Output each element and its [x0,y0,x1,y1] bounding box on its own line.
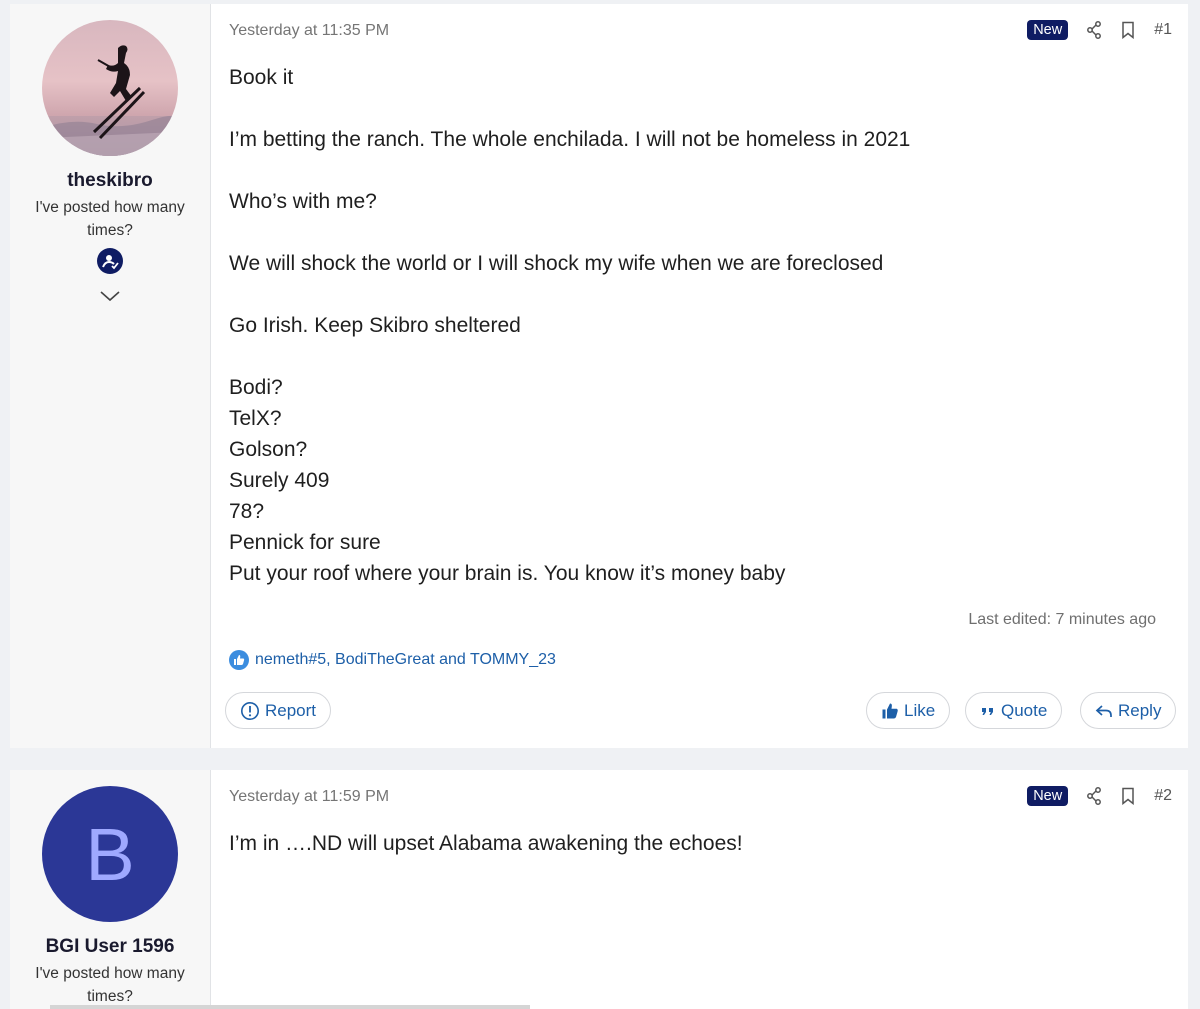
post-body: Book it I’m betting the ranch. The whole… [229,62,1168,589]
like-button[interactable]: Like [866,692,951,729]
user-title: I've posted how many times? [35,965,185,1005]
new-badge: New [1027,786,1069,806]
reply-label: Reply [1118,700,1162,720]
post-2: B BGI User 1596 I've posted how many tim… [10,770,1188,1009]
reply-button[interactable]: Reply [1080,692,1177,729]
reactions-text[interactable]: nemeth#5, BodiTheGreat and TOMMY_23 [255,651,556,669]
post-line: Book it [229,66,294,89]
user-info-panel: theskibro I've posted how many times? [10,4,211,748]
user-info-panel: B BGI User 1596 I've posted how many tim… [10,770,211,1009]
post-content: Yesterday at 11:35 PM New #1 Book it I’m… [211,4,1188,748]
bookmark-icon[interactable] [1120,787,1136,806]
quote-label: Quote [1001,700,1048,720]
quote-button[interactable]: Quote [965,692,1063,729]
share-icon[interactable] [1086,787,1102,805]
horizontal-scrollbar[interactable] [50,1005,530,1009]
post-number[interactable]: #2 [1154,787,1172,805]
like-label: Like [904,700,936,720]
alert-circle-icon [241,701,259,720]
new-badge: New [1027,20,1069,40]
username[interactable]: theskibro [67,170,153,192]
post-line: We will shock the world or I will shock … [229,252,884,275]
share-icon[interactable] [1086,21,1102,39]
post-line: 78? [229,500,265,523]
chevron-down-icon[interactable] [99,288,121,302]
post-1: theskibro I've posted how many times? Ye… [10,4,1188,748]
user-title: I've posted how many times? [35,199,185,239]
post-top-actions: New #2 [1027,786,1172,806]
post-content: Yesterday at 11:59 PM New #2 I’m in ….ND… [211,770,1188,1009]
last-edited[interactable]: Last edited: 7 minutes ago [968,611,1156,629]
reply-icon [1095,704,1112,717]
post-date[interactable]: Yesterday at 11:35 PM [229,22,389,40]
member-badge-icon[interactable] [97,248,123,274]
quote-icon [982,707,993,715]
post-line: Put your roof where your brain is. You k… [229,562,786,585]
username[interactable]: BGI User 1596 [46,936,175,958]
report-label: Report [265,700,317,720]
post-top-actions: New #1 [1027,20,1172,40]
post-body: I’m in ….ND will upset Alabama awakening… [229,828,1168,859]
avatar[interactable] [42,20,178,156]
bookmark-icon[interactable] [1120,21,1136,40]
post-line: Bodi? [229,376,283,399]
post-line: TelX? [229,407,282,430]
post-line: Go Irish. Keep Skibro sheltered [229,314,521,337]
avatar[interactable]: B [42,786,178,922]
post-date[interactable]: Yesterday at 11:59 PM [229,788,389,806]
post-line: Who’s with me? [229,190,377,213]
reactions-bar[interactable]: nemeth#5, BodiTheGreat and TOMMY_23 [229,650,556,670]
like-reaction-icon [229,650,249,670]
post-line: Surely 409 [229,469,330,492]
post-line: I’m betting the ranch. The whole enchila… [229,128,911,151]
skier-photo-icon [42,45,178,156]
report-button[interactable]: Report [225,692,332,729]
post-line: I’m in ….ND will upset Alabama awakening… [229,832,743,855]
post-number[interactable]: #1 [1154,21,1172,39]
thumbs-up-icon [882,703,898,718]
avatar-letter: B [85,812,135,896]
post-line: Golson? [229,438,308,461]
post-line: Pennick for sure [229,531,381,554]
